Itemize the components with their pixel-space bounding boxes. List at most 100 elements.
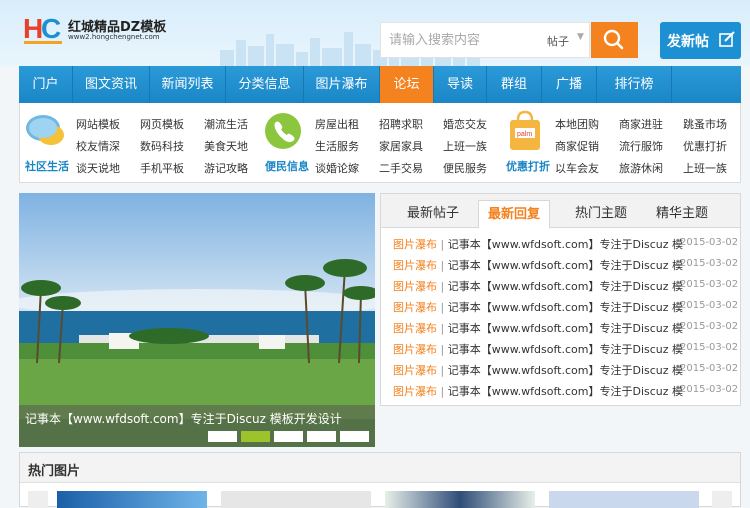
slider-dot[interactable] bbox=[208, 431, 237, 442]
search-button[interactable] bbox=[591, 22, 638, 58]
post-row[interactable]: 图片瀑布 | 记事本【www.wfdsoft.com】专注于Discuz 模 bbox=[393, 236, 683, 252]
category-link[interactable]: 生活服务 bbox=[315, 138, 359, 154]
post-title[interactable]: 记事本【www.wfdsoft.com】专注于Discuz 模 bbox=[448, 364, 683, 377]
tab[interactable]: 精华主题 bbox=[642, 200, 722, 228]
search-scope-select[interactable]: 帖子 bbox=[547, 33, 569, 49]
category-link[interactable]: 跳蚤市场 bbox=[683, 116, 727, 132]
category-link[interactable]: 旅游休闲 bbox=[619, 160, 663, 176]
hot-image-thumb[interactable] bbox=[221, 491, 371, 508]
post-date: 2015-03-02 bbox=[680, 258, 739, 269]
category-name-community[interactable]: 社区生活 bbox=[25, 158, 69, 174]
nav-item[interactable]: 论坛 bbox=[380, 66, 434, 103]
nav-item[interactable]: 新闻列表 bbox=[150, 66, 226, 103]
category-link[interactable]: 流行服饰 bbox=[619, 138, 663, 154]
separator: | bbox=[437, 364, 448, 377]
category-link[interactable]: 潮流生活 bbox=[204, 116, 248, 132]
post-row[interactable]: 图片瀑布 | 记事本【www.wfdsoft.com】专注于Discuz 模 bbox=[393, 383, 683, 399]
category-link[interactable]: 二手交易 bbox=[379, 160, 423, 176]
post-category[interactable]: 图片瀑布 bbox=[393, 280, 437, 293]
post-title[interactable]: 记事本【www.wfdsoft.com】专注于Discuz 模 bbox=[448, 259, 683, 272]
category-link[interactable]: 网页模板 bbox=[140, 116, 184, 132]
post-category[interactable]: 图片瀑布 bbox=[393, 343, 437, 356]
category-name-service[interactable]: 便民信息 bbox=[265, 158, 309, 174]
category-link[interactable]: 网站模板 bbox=[76, 116, 120, 132]
category-link[interactable]: 数码科技 bbox=[140, 138, 184, 154]
post-title[interactable]: 记事本【www.wfdsoft.com】专注于Discuz 模 bbox=[448, 301, 683, 314]
post-row[interactable]: 图片瀑布 | 记事本【www.wfdsoft.com】专注于Discuz 模 bbox=[393, 278, 683, 294]
post-row[interactable]: 图片瀑布 | 记事本【www.wfdsoft.com】专注于Discuz 模 bbox=[393, 362, 683, 378]
nav-item[interactable]: 分类信息 bbox=[226, 66, 304, 103]
category-link[interactable]: 便民服务 bbox=[443, 160, 487, 176]
tab[interactable]: 热门主题 bbox=[561, 200, 641, 228]
slide-caption[interactable]: 记事本【www.wfdsoft.com】专注于Discuz 模板开发设计 bbox=[25, 410, 342, 427]
category-link[interactable]: 校友情深 bbox=[76, 138, 120, 154]
separator: | bbox=[437, 259, 448, 272]
post-row[interactable]: 图片瀑布 | 记事本【www.wfdsoft.com】专注于Discuz 模 bbox=[393, 341, 683, 357]
search-input[interactable] bbox=[381, 23, 531, 57]
nav-item[interactable]: 导读 bbox=[434, 66, 487, 103]
nav-item[interactable]: 图片瀑布 bbox=[304, 66, 380, 103]
post-title[interactable]: 记事本【www.wfdsoft.com】专注于Discuz 模 bbox=[448, 280, 683, 293]
post-category[interactable]: 图片瀑布 bbox=[393, 301, 437, 314]
hot-image-thumb[interactable] bbox=[549, 491, 699, 508]
post-row[interactable]: 图片瀑布 | 记事本【www.wfdsoft.com】专注于Discuz 模 bbox=[393, 257, 683, 273]
hot-image-thumb[interactable] bbox=[385, 491, 535, 508]
featured-slider[interactable] bbox=[19, 193, 375, 447]
separator: | bbox=[437, 343, 448, 356]
nav-item[interactable]: 广播 bbox=[542, 66, 597, 103]
category-link[interactable]: 以车会友 bbox=[555, 160, 599, 176]
category-link[interactable]: 家居家具 bbox=[379, 138, 423, 154]
slider-dot[interactable] bbox=[241, 431, 270, 442]
category-link[interactable]: 游记攻略 bbox=[204, 160, 248, 176]
category-link[interactable]: 婚恋交友 bbox=[443, 116, 487, 132]
nav-item[interactable]: 图文资讯 bbox=[73, 66, 150, 103]
tab[interactable]: 最新回复 bbox=[478, 200, 550, 229]
new-post-button[interactable]: 发新帖 bbox=[660, 22, 741, 59]
post-title[interactable]: 记事本【www.wfdsoft.com】专注于Discuz 模 bbox=[448, 343, 683, 356]
prev-arrow-button[interactable] bbox=[28, 491, 48, 508]
category-link[interactable]: 本地团购 bbox=[555, 116, 599, 132]
tab[interactable]: 最新帖子 bbox=[393, 200, 473, 228]
nav-item[interactable]: 群组 bbox=[487, 66, 542, 103]
hot-image-thumb[interactable] bbox=[57, 491, 207, 508]
category-link[interactable]: 上班一族 bbox=[683, 160, 727, 176]
category-link[interactable]: 商家促销 bbox=[555, 138, 599, 154]
separator: | bbox=[437, 385, 448, 398]
chevron-down-icon[interactable]: ▼ bbox=[577, 32, 584, 42]
shopping-bag-icon: palm bbox=[510, 110, 540, 150]
post-category[interactable]: 图片瀑布 bbox=[393, 238, 437, 251]
svg-text:palm: palm bbox=[517, 131, 532, 138]
nav-item[interactable]: 排行榜 bbox=[597, 66, 672, 103]
slider-dot[interactable] bbox=[340, 431, 369, 442]
category-link[interactable]: 谈婚论嫁 bbox=[315, 160, 359, 176]
post-category[interactable]: 图片瀑布 bbox=[393, 385, 437, 398]
post-category[interactable]: 图片瀑布 bbox=[393, 259, 437, 272]
category-link[interactable]: 房屋出租 bbox=[315, 116, 359, 132]
slider-dot[interactable] bbox=[307, 431, 336, 442]
post-title[interactable]: 记事本【www.wfdsoft.com】专注于Discuz 模 bbox=[448, 238, 683, 251]
slider-dot[interactable] bbox=[274, 431, 303, 442]
post-category[interactable]: 图片瀑布 bbox=[393, 364, 437, 377]
next-arrow-button[interactable] bbox=[712, 491, 732, 508]
category-link[interactable]: 商家进驻 bbox=[619, 116, 663, 132]
featured-slide-image bbox=[19, 193, 375, 447]
category-link[interactable]: 上班一族 bbox=[443, 138, 487, 154]
post-row[interactable]: 图片瀑布 | 记事本【www.wfdsoft.com】专注于Discuz 模 bbox=[393, 320, 683, 336]
nav-item[interactable]: 门户 bbox=[19, 66, 73, 103]
category-link[interactable]: 招聘求职 bbox=[379, 116, 423, 132]
separator: | bbox=[437, 322, 448, 335]
svg-text:C: C bbox=[41, 13, 61, 44]
edit-icon bbox=[719, 31, 735, 47]
category-link[interactable]: 谈天说地 bbox=[76, 160, 120, 176]
forum-tabs-panel: 最新帖子 最新回复 热门主题 精华主题 图片瀑布 | 记事本【www.wfdsoft.… bbox=[380, 193, 741, 406]
category-link[interactable]: 手机平板 bbox=[140, 160, 184, 176]
category-name-discount[interactable]: 优惠打折 bbox=[506, 158, 550, 174]
category-link[interactable]: 美食天地 bbox=[204, 138, 248, 154]
post-row[interactable]: 图片瀑布 | 记事本【www.wfdsoft.com】专注于Discuz 模 bbox=[393, 299, 683, 315]
post-category[interactable]: 图片瀑布 bbox=[393, 322, 437, 335]
site-header: H C 红城精品DZ模板 www2.hongchengnet.com 帖子 ▼ … bbox=[0, 0, 750, 66]
category-link[interactable]: 优惠打折 bbox=[683, 138, 727, 154]
separator: | bbox=[437, 238, 448, 251]
post-title[interactable]: 记事本【www.wfdsoft.com】专注于Discuz 模 bbox=[448, 385, 683, 398]
post-title[interactable]: 记事本【www.wfdsoft.com】专注于Discuz 模 bbox=[448, 322, 683, 335]
